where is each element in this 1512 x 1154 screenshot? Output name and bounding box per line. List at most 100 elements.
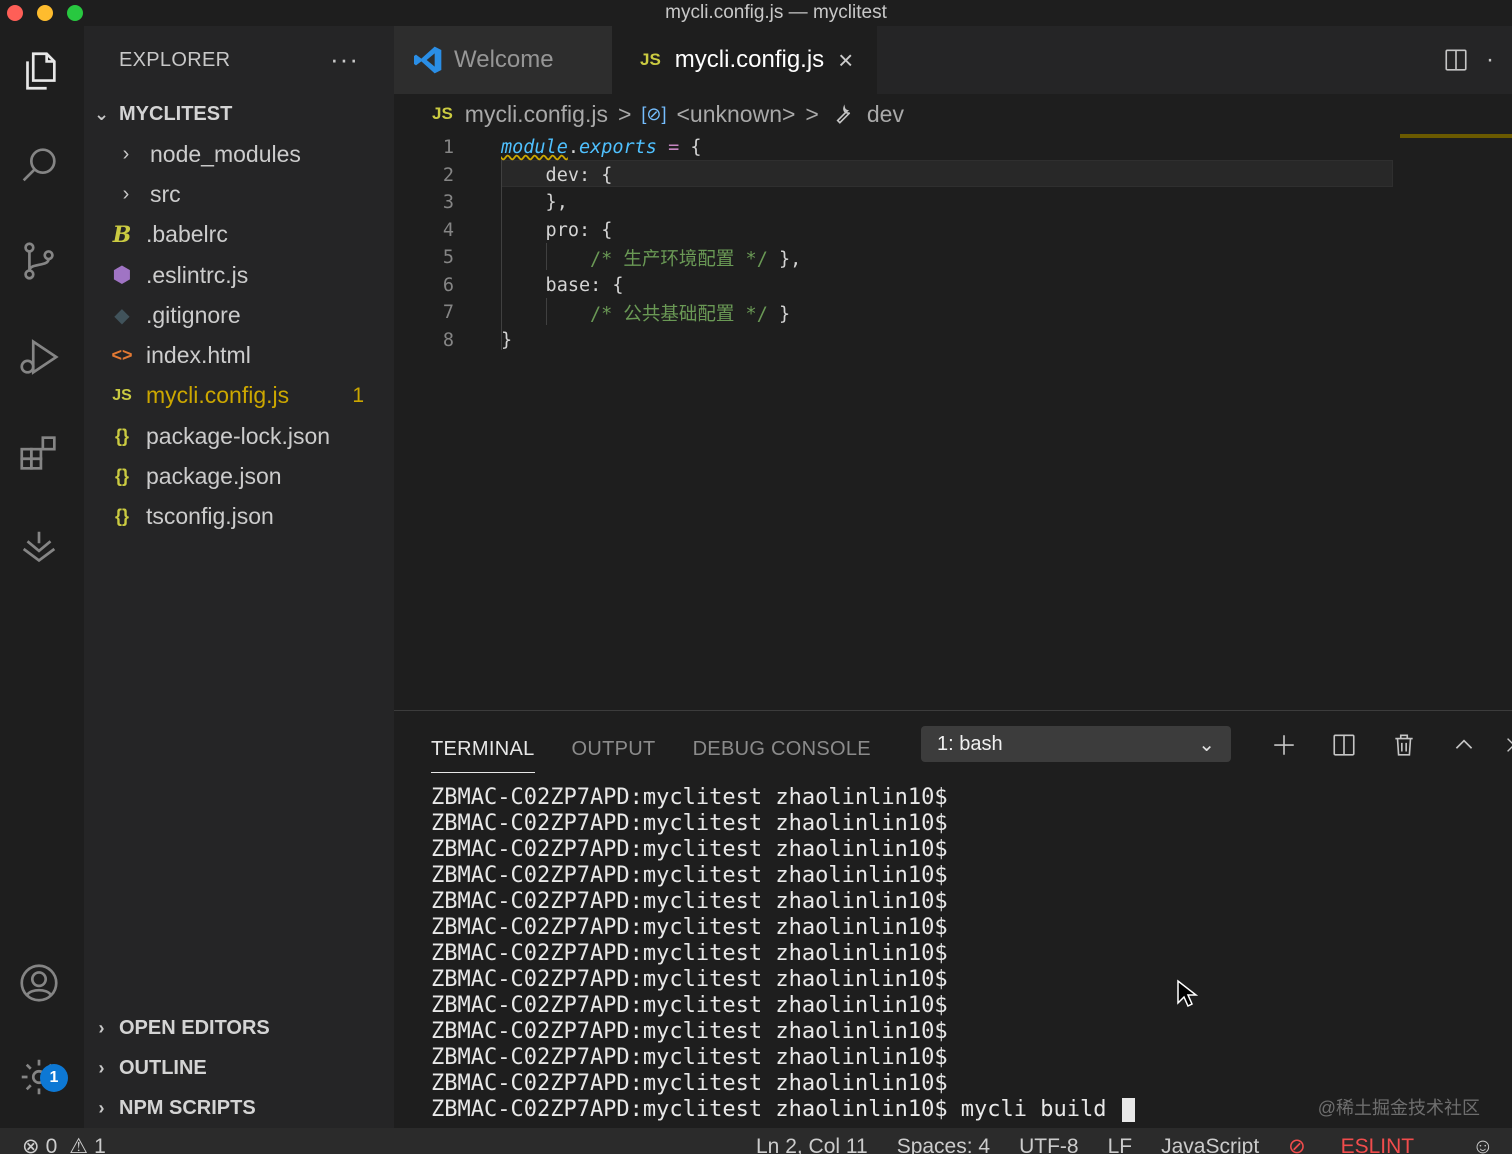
npm-icon[interactable] — [14, 524, 64, 574]
terminal-select-dropdown[interactable]: 1: bash ⌄ — [921, 726, 1231, 762]
terminal-line: ZBMAC-C02ZP7APD:myclitest zhaolinlin10$ — [431, 811, 1135, 837]
tree-item-mycli-config[interactable]: JS mycli.config.js 1 — [84, 376, 394, 416]
folder-header[interactable]: ⌄ MYCLITEST — [84, 94, 394, 134]
source-control-icon[interactable] — [14, 236, 64, 286]
split-terminal-icon[interactable] — [1314, 732, 1374, 758]
tree-item-package-json[interactable]: {} package.json — [84, 456, 394, 496]
tree-item-index-html[interactable]: <> index.html — [84, 335, 394, 375]
tree-item-label: .gitignore — [146, 301, 241, 328]
title-bar: mycli.config.js — myclitest — [0, 0, 1512, 26]
tree-item-gitignore[interactable]: ◆ .gitignore — [84, 295, 394, 335]
tab-debug-console[interactable]: DEBUG CONSOLE — [693, 729, 871, 769]
eslint-status[interactable]: ⊘ ESLINT — [1288, 1134, 1443, 1154]
tab-label: mycli.config.js — [674, 46, 825, 73]
code-text: pro: { — [501, 219, 613, 241]
close-panel-icon[interactable] — [1494, 734, 1512, 756]
extensions-icon[interactable] — [14, 428, 64, 478]
editor-tab-bar: Welcome JS mycli.config.js × · — [394, 26, 1512, 94]
code-line: 1 module.exports = { — [394, 134, 1394, 162]
code-line: 7 /* 公共基础配置 */ } — [394, 299, 1394, 327]
explorer-icon[interactable] — [14, 46, 64, 96]
tree-item-label: mycli.config.js — [146, 382, 290, 409]
line-number: 8 — [442, 329, 454, 351]
new-terminal-icon[interactable] — [1254, 732, 1314, 758]
tree-item-tsconfig[interactable]: {} tsconfig.json — [84, 497, 394, 537]
more-actions-icon[interactable]: · — [1486, 46, 1512, 74]
status-bar: ⊗ 0 ⚠ 1 Ln 2, Col 11 Spaces: 4 UTF-8 LF … — [0, 1128, 1512, 1154]
terminal-prompt: ZBMAC-C02ZP7APD:myclitest zhaolinlin10$ — [431, 993, 948, 1018]
terminal-line: ZBMAC-C02ZP7APD:myclitest zhaolinlin10$ — [431, 1019, 1135, 1045]
split-editor-icon[interactable] — [1426, 47, 1486, 73]
code-editor[interactable]: 1 module.exports = { 2 dev: { 3 }, 4 pro… — [394, 134, 1512, 710]
code-line: 4 pro: { — [394, 217, 1394, 245]
encoding[interactable]: UTF-8 — [1019, 1135, 1079, 1154]
code-token-module: module — [501, 137, 568, 159]
code-text: /* 公共基础配置 */ } — [590, 300, 790, 326]
terminal-line: ZBMAC-C02ZP7APD:myclitest zhaolinlin10$ — [431, 915, 1135, 941]
feedback-icon[interactable]: ☺ — [1472, 1135, 1493, 1154]
section-open-editors[interactable]: › OPEN EDITORS — [84, 1008, 394, 1048]
tree-item-label: .eslintrc.js — [146, 261, 249, 288]
tab-welcome[interactable]: Welcome — [394, 26, 612, 94]
tab-output[interactable]: OUTPUT — [572, 729, 656, 769]
json-icon: {} — [114, 425, 129, 446]
chevron-right-icon: › — [98, 1017, 105, 1038]
section-label: NPM SCRIPTS — [119, 1096, 256, 1119]
code-token-dot: . — [567, 137, 579, 159]
mouse-pointer-icon — [1177, 979, 1198, 1008]
language-mode[interactable]: JavaScript — [1161, 1135, 1259, 1154]
terminal-line: ZBMAC-C02ZP7APD:myclitest zhaolinlin10$ — [431, 941, 1135, 967]
tab-terminal[interactable]: TERMINAL — [431, 729, 535, 773]
trash-icon[interactable] — [1374, 732, 1434, 758]
eslint-icon: ⬢ — [112, 262, 132, 288]
bottom-panel: TERMINAL OUTPUT DEBUG CONSOLE 1: bash ⌄ … — [394, 710, 1512, 1128]
terminal-command: mycli build — [947, 1097, 1120, 1122]
tab-mycli-config[interactable]: JS mycli.config.js × — [612, 26, 877, 94]
breadcrumb-symbol-dev[interactable]: dev — [867, 101, 904, 128]
tree-item-eslintrc[interactable]: ⬢ .eslintrc.js — [84, 255, 394, 295]
tree-item-node-modules[interactable]: › node_modules — [84, 134, 394, 174]
git-icon: ◆ — [114, 304, 130, 327]
breadcrumb: JS mycli.config.js > [⊘] <unknown> > dev — [394, 94, 1512, 134]
tree-item-src[interactable]: › src — [84, 174, 394, 214]
account-icon[interactable] — [14, 958, 64, 1008]
end-of-line[interactable]: LF — [1108, 1135, 1133, 1154]
sidebar-bottom-sections: › OPEN EDITORS › OUTLINE › NPM SCRIPTS — [84, 1008, 394, 1128]
breadcrumb-symbol-unknown[interactable]: <unknown> — [676, 101, 795, 128]
eslint-label: ESLINT — [1340, 1135, 1415, 1154]
maximize-panel-icon[interactable] — [1434, 732, 1494, 758]
panel-actions — [1254, 725, 1512, 765]
chevron-right-icon: › — [98, 1097, 105, 1118]
terminal-output[interactable]: ZBMAC-C02ZP7APD:myclitest zhaolinlin10$ Z… — [431, 785, 1135, 1123]
code-text: /* 生产环境配置 */ }, — [590, 245, 801, 271]
section-npm-scripts[interactable]: › NPM SCRIPTS — [84, 1088, 394, 1128]
line-number: 6 — [442, 274, 454, 296]
section-outline[interactable]: › OUTLINE — [84, 1048, 394, 1088]
warning-count: 1 — [94, 1134, 106, 1154]
close-tab-icon[interactable]: × — [838, 45, 853, 76]
terminal-line: ZBMAC-C02ZP7APD:myclitest zhaolinlin10$ — [431, 837, 1135, 863]
code-text: base: { — [501, 274, 624, 296]
search-icon[interactable] — [14, 140, 64, 190]
editor-actions: · — [1426, 26, 1512, 94]
code-comment: /* 生产环境配置 */ — [590, 248, 768, 270]
tree-item-package-lock[interactable]: {} package-lock.json — [84, 416, 394, 456]
window-title: mycli.config.js — myclitest — [665, 2, 887, 23]
run-debug-icon[interactable] — [14, 332, 64, 382]
chevron-right-icon: › — [98, 1057, 105, 1078]
status-bar-right: Ln 2, Col 11 Spaces: 4 UTF-8 LF JavaScri… — [756, 1134, 1512, 1154]
tree-item-label: package-lock.json — [146, 422, 331, 449]
tree-item-babelrc[interactable]: B .babelrc — [84, 215, 394, 255]
indentation[interactable]: Spaces: 4 — [897, 1135, 990, 1154]
problems-indicator[interactable]: ⊗ 0 ⚠ 1 — [22, 1134, 106, 1154]
watermark: @稀土掘金技术社区 — [1317, 1098, 1480, 1118]
terminal-prompt: ZBMAC-C02ZP7APD:myclitest zhaolinlin10$ — [431, 889, 948, 914]
line-number: 3 — [442, 192, 454, 214]
breadcrumb-file[interactable]: mycli.config.js — [465, 101, 608, 128]
code-token-eq: = — [656, 137, 691, 159]
cursor-position[interactable]: Ln 2, Col 11 — [756, 1135, 868, 1154]
tree-item-label: package.json — [146, 463, 282, 490]
symbol-variable-icon: [⊘] — [641, 103, 667, 124]
code-tail: }, — [767, 248, 802, 270]
more-actions-icon[interactable]: ··· — [330, 44, 359, 75]
